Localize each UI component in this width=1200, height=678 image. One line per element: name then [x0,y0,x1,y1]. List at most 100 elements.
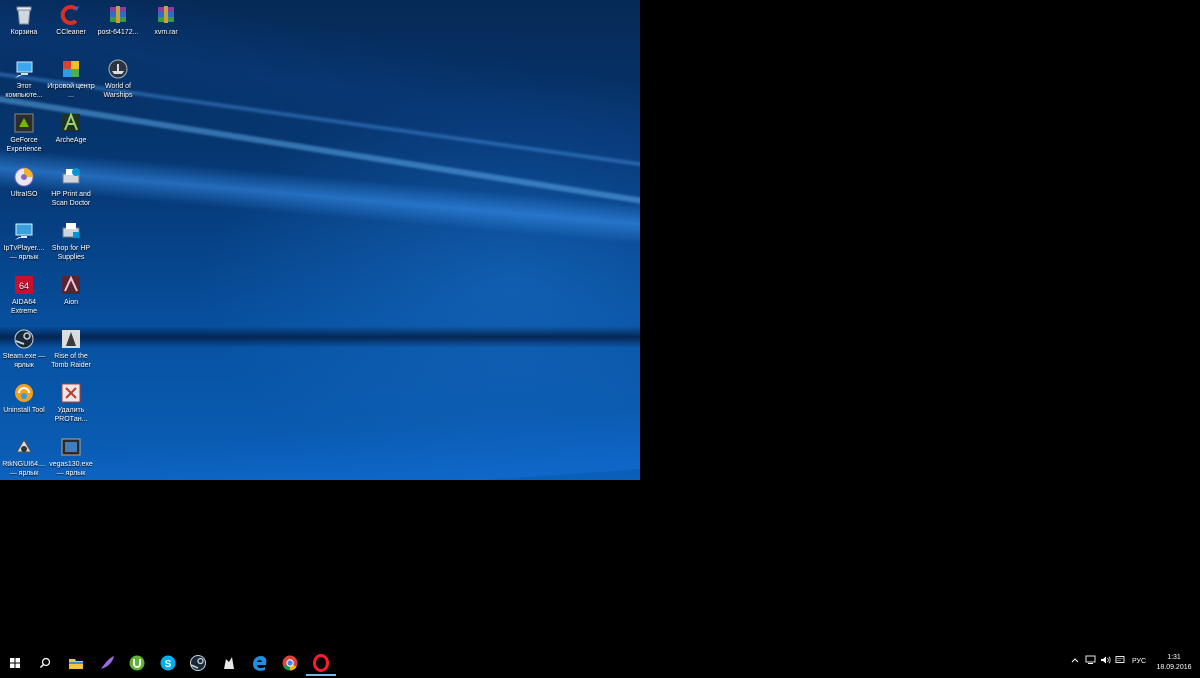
search-button[interactable] [35,653,55,673]
start-button[interactable] [5,653,25,673]
desktop-icon-rise-of-tomb-raider[interactable]: Rise of the Tomb Raider [47,328,95,370]
desktop-icon-uninstall-protanki[interactable]: Удалить PROTан... [47,382,95,424]
desktop-icon-label: HP Print and Scan Doctor [51,191,91,207]
desktop-icon-post-archive[interactable]: post-64172... [94,4,142,37]
world-of-warships-icon [108,59,128,79]
desktop-icon-label: Корзина [10,29,38,36]
iptvplayer-icon [15,223,33,240]
desktop-icon-label: Этот компьюте... [5,83,43,99]
desktop-icon-label: World of Warships [103,83,133,99]
desktop-icon-label: Игровой центр ... [47,83,95,99]
desktop-icon-recycle-bin[interactable]: Корзина [0,4,48,37]
winrar-archive-icon [158,6,174,23]
desktop-icon-iptvplayer[interactable]: IpTvPlayer.... — ярлык [0,220,48,262]
clock-time: 1:31 [1167,654,1181,661]
taskbar-chrome[interactable] [280,653,300,673]
desktop-icon-label: ArcheAge [55,137,87,144]
skype-icon: S [160,655,176,671]
recycle-bin-icon [16,6,32,25]
game-center-icon [63,61,79,77]
svg-text:S: S [165,659,172,670]
uninstall-tool-icon [15,384,33,402]
desktop-icon-label: post-64172... [97,29,139,36]
this-pc-icon [15,61,33,78]
desktop-icon-uninstall-tool[interactable]: Uninstall Tool [0,382,48,415]
desktop-icon-game-center[interactable]: Игровой центр ... [47,58,95,100]
wolf-app-icon [224,657,234,669]
search-icon [39,657,51,669]
chevron-up-icon [1071,658,1079,663]
archeage-icon [62,112,80,132]
taskbar-opera[interactable] [306,653,336,676]
desktop-icon-ccleaner[interactable]: CCleaner [47,4,95,37]
svg-text:64: 64 [19,281,29,291]
desktop-icon-label: Steam.exe — ярлык [2,353,46,369]
desktop-icon-label: Shop for HP Supplies [51,245,91,261]
desktop-icon-world-of-warships[interactable]: World of Warships [94,58,142,100]
windows-start-icon [10,658,20,668]
volume-tray-button[interactable] [1100,655,1111,667]
taskbar-file-explorer[interactable] [66,653,86,673]
desktop-icon-label: GeForce Experience [6,137,42,153]
desktop-icon-vegas130[interactable]: vegas130.exe — ярлык [47,436,95,478]
tomb-raider-icon [62,330,80,348]
desktop-icon-xvm-rar[interactable]: xvm.rar [142,4,190,37]
desktop-icon-aion[interactable]: Aion [47,274,95,307]
steam-icon [190,655,206,671]
desktop-icon-label: Uninstall Tool [3,407,45,414]
taskbar-feather-app[interactable] [97,653,117,673]
hp-print-scan-doctor-icon [62,168,80,184]
desktop-icon-label: UltraISO [10,191,38,198]
taskbar-utorrent[interactable] [127,653,147,673]
geforce-experience-icon [14,113,34,133]
taskbar: S РУС 1:31 18.09.2016 [0,650,1200,676]
desktop-icon-geforce-experience[interactable]: GeForce Experience [0,112,48,154]
network-icon [1085,655,1096,664]
desktop-icon-rtkngui64[interactable]: RtkNGUI64.... — ярлык [0,436,48,478]
taskbar-edge[interactable] [250,653,270,673]
desktop-icon-label: Rise of the Tomb Raider [51,353,91,369]
feather-app-icon [101,656,114,669]
desktop-icon-label: AIDA64 Extreme [10,299,38,315]
taskbar-clock[interactable]: 1:31 18.09.2016 [1150,653,1198,673]
desktop-icon-this-pc[interactable]: Этот компьюте... [0,58,48,100]
ccleaner-icon [60,5,79,25]
taskbar-wolf-app[interactable] [219,653,239,673]
input-language-indicator[interactable]: РУС [1132,658,1146,665]
opera-icon [313,654,329,672]
desktop-icon-ultraiso[interactable]: UltraISO [0,166,48,199]
desktop-icon-aida64[interactable]: 64 AIDA64 Extreme [0,274,48,316]
aion-icon [62,275,80,294]
vegas-icon [61,438,81,456]
desktop-icon-shop-hp-supplies[interactable]: Shop for HP Supplies [47,220,95,262]
realtek-audio-icon [16,439,32,453]
uninstall-protanki-icon [61,383,81,403]
desktop-icon-hp-print-scan-doctor[interactable]: HP Print and Scan Doctor [47,166,95,208]
taskbar-steam[interactable] [188,653,208,673]
desktop-icon-label: IpTvPlayer.... — ярлык [3,245,45,261]
desktop-icon-label: Удалить PROTан... [54,407,88,423]
speaker-icon [1101,656,1111,664]
clock-date: 18.09.2016 [1156,664,1192,671]
message-icon [1115,656,1125,663]
desktop-icon-archeage[interactable]: ArcheAge [47,112,95,145]
desktop-icon-label: Aion [63,299,78,306]
desktop-icon-label: xvm.rar [154,29,178,36]
file-explorer-icon [69,659,83,669]
desktop-icon-label: vegas130.exe — ярлык [49,461,93,477]
desktop-icon-label: RtkNGUI64.... — ярлык [2,461,46,477]
network-tray-button[interactable] [1085,655,1096,667]
desktop-icon-steam[interactable]: Steam.exe — ярлык [0,328,48,370]
chrome-icon [282,655,298,671]
show-hidden-icons-button[interactable] [1071,656,1079,666]
notification-tray-button[interactable] [1115,655,1125,667]
hp-shop-icon [62,223,80,238]
ultraiso-icon [14,167,34,187]
utorrent-icon [129,655,145,671]
desktop-icon-label: CCleaner [56,29,86,36]
edge-icon [253,656,267,671]
steam-icon [14,329,34,349]
taskbar-skype[interactable]: S [158,653,178,673]
winrar-archive-icon [110,6,126,23]
aida64-icon: 64 [15,276,33,294]
